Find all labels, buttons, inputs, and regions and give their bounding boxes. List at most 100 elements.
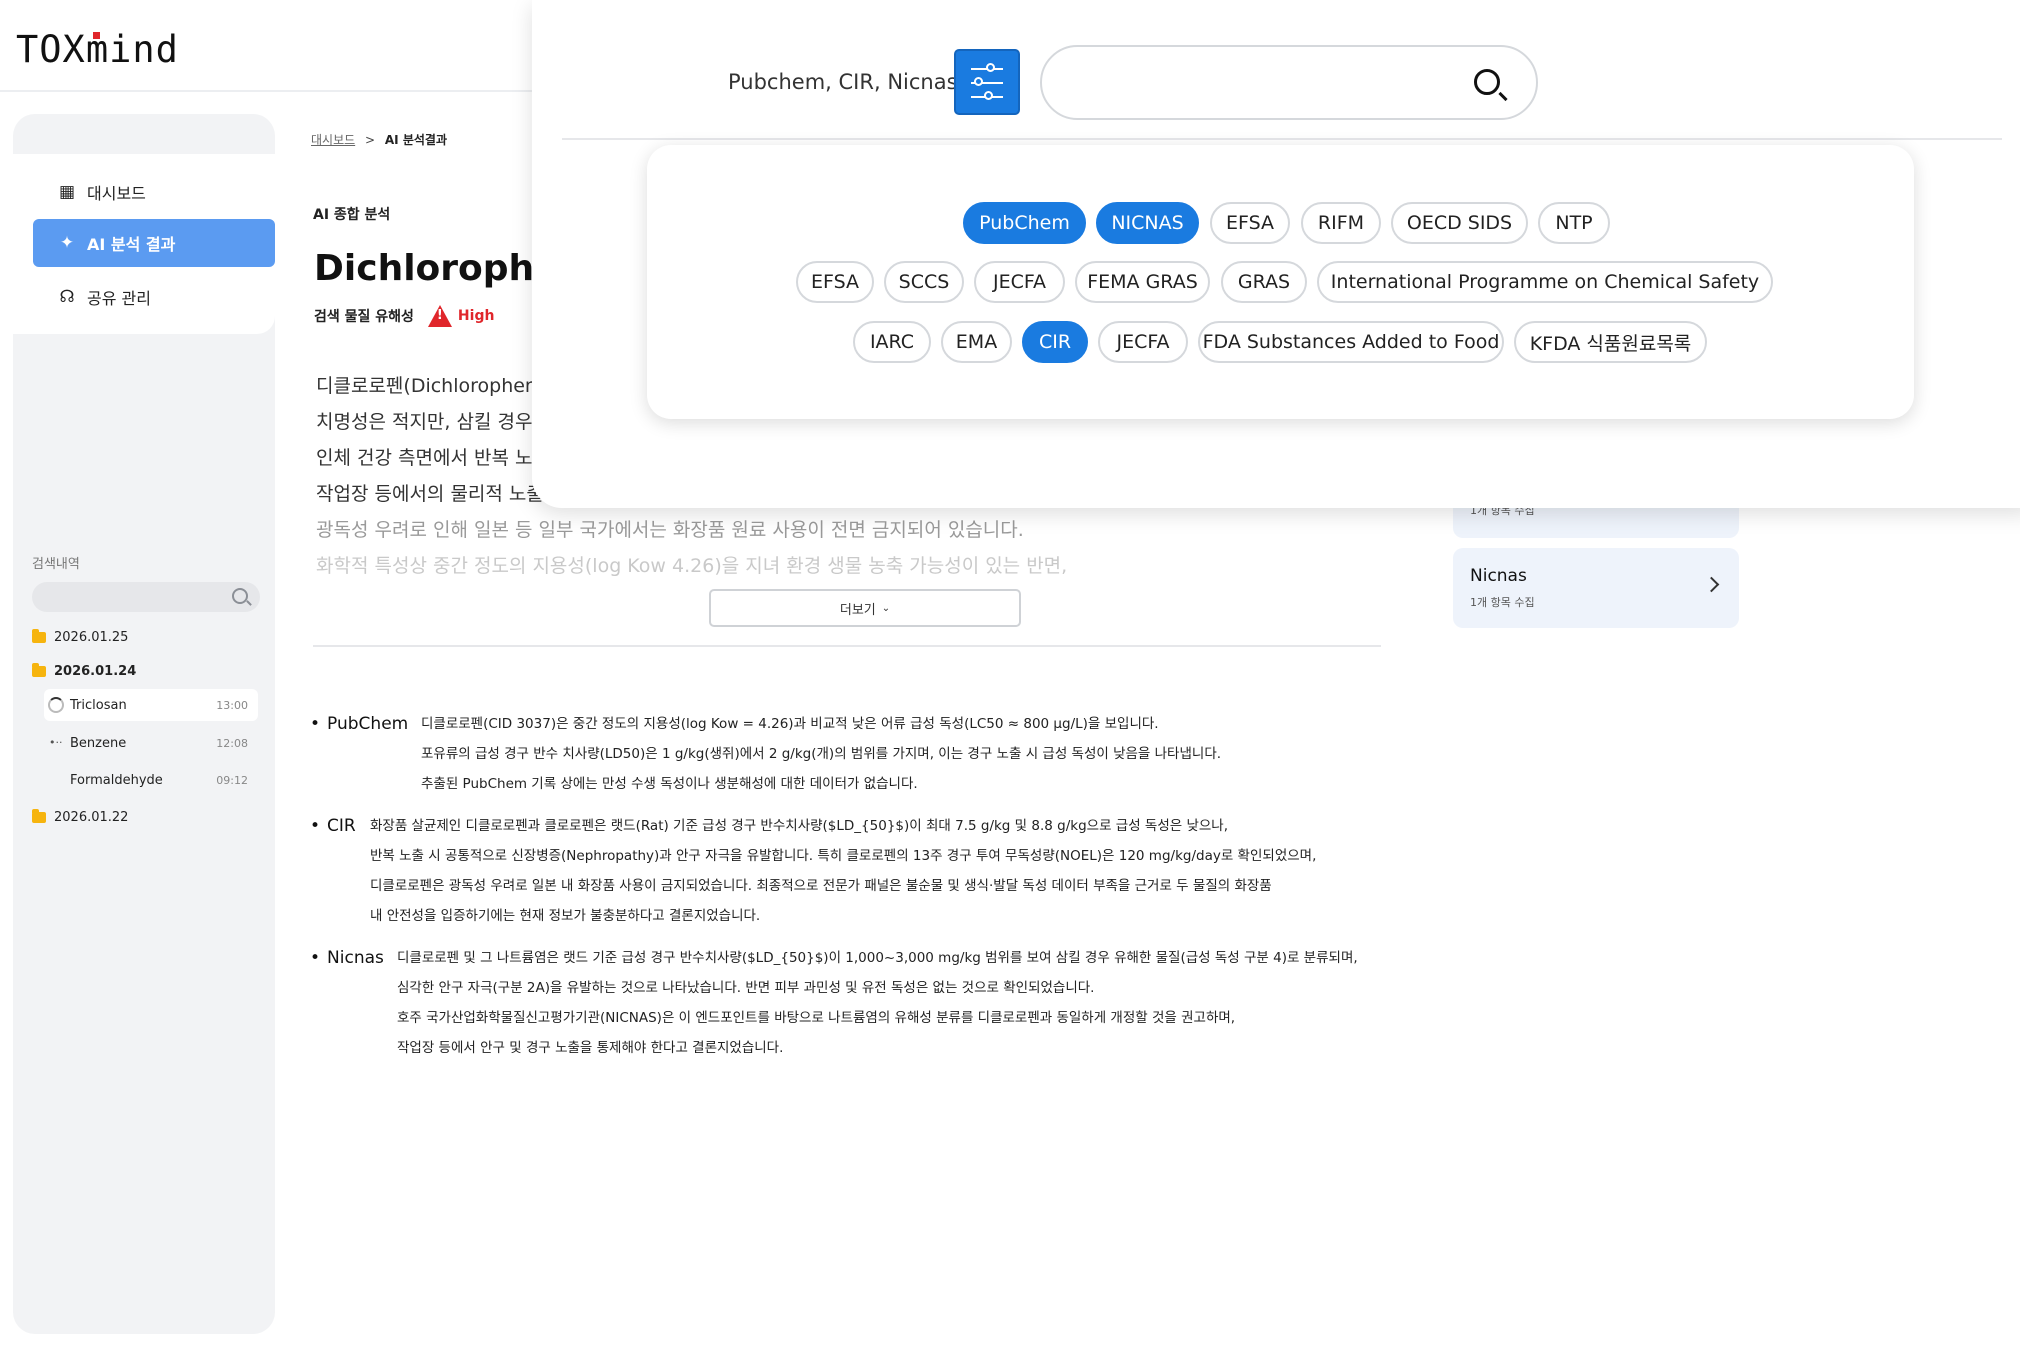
source-card-nicnas[interactable]: Nicnas 1개 항목 수집 bbox=[1453, 548, 1739, 628]
summary-line: 작업장 등에서의 물리적 노출 bbox=[316, 483, 544, 505]
chip-label: OECD SIDS bbox=[1406, 212, 1513, 234]
chip-jecfa[interactable]: JECFA bbox=[974, 261, 1065, 303]
chip-nicnas[interactable]: NICNAS bbox=[1096, 202, 1199, 244]
history-search-input[interactable] bbox=[32, 582, 260, 612]
chip-pubchem[interactable]: PubChem bbox=[963, 202, 1086, 244]
summary-line: 치명성은 적지만, 삼킬 경우 bbox=[316, 411, 533, 433]
source-line: 디클로로펜(CID 3037)은 중간 정도의 지용성(log Kow = 4.… bbox=[421, 716, 1159, 732]
chevron-down-icon: ⌄ bbox=[881, 602, 891, 614]
sidebar-item-ai-results[interactable]: ✦ AI 분석 결과 bbox=[33, 219, 275, 267]
hazard-label: 검색 물질 유해성 bbox=[314, 309, 414, 325]
chip-kfda[interactable]: KFDA 식품원료목록 bbox=[1514, 321, 1707, 363]
chip-label: EMA bbox=[955, 331, 998, 353]
chip-gras[interactable]: GRAS bbox=[1221, 261, 1307, 303]
source-line: 추출된 PubChem 기록 상에는 만성 수생 독성이나 생분해성에 대한 데… bbox=[421, 776, 918, 792]
history-entry-name: Formaldehyde bbox=[70, 772, 163, 788]
source-chip-panel: PubChem NICNAS EFSA RIFM OECD SIDS NTP E… bbox=[647, 145, 1914, 419]
section-divider bbox=[313, 645, 1381, 647]
history-title: 검색내역 bbox=[32, 557, 80, 572]
dashboard-icon: ▦ bbox=[58, 182, 76, 202]
history-entry[interactable]: Triclosan 13:00 bbox=[44, 689, 258, 721]
folder-icon bbox=[32, 629, 46, 643]
chip-fda-substances[interactable]: FDA Substances Added to Food bbox=[1198, 321, 1504, 363]
section-title: AI 종합 분석 bbox=[313, 207, 391, 223]
chip-efsa[interactable]: EFSA bbox=[796, 261, 874, 303]
chip-ntp[interactable]: NTP bbox=[1538, 202, 1610, 244]
sidebar-item-dashboard[interactable]: ▦ 대시보드 bbox=[33, 168, 275, 216]
chip-label: GRAS bbox=[1237, 271, 1291, 293]
chip-ema[interactable]: EMA bbox=[941, 321, 1012, 363]
summary-line: 디클로로펜(Dichlorophene bbox=[316, 375, 549, 397]
folder-date: 2026.01.24 bbox=[54, 664, 137, 679]
chip-label: EFSA bbox=[810, 271, 859, 293]
search-icon[interactable] bbox=[232, 588, 248, 604]
source-label: PubChem bbox=[310, 709, 408, 739]
filter-button[interactable] bbox=[954, 49, 1020, 115]
source-text: 디클로로펜(CID 3037)은 중간 정도의 지용성(log Kow = 4.… bbox=[421, 709, 1221, 799]
chip-rifm[interactable]: RIFM bbox=[1301, 202, 1381, 244]
search-input[interactable] bbox=[1040, 45, 1538, 120]
hazard-level-badge: High bbox=[457, 308, 495, 324]
chip-efsa[interactable]: EFSA bbox=[1210, 202, 1290, 244]
chip-oecd-sids[interactable]: OECD SIDS bbox=[1391, 202, 1528, 244]
chip-label: KFDA 식품원료목록 bbox=[1529, 332, 1692, 355]
chip-label: FEMA GRAS bbox=[1087, 271, 1198, 293]
chip-sccs[interactable]: SCCS bbox=[884, 261, 964, 303]
history-folder[interactable]: 2026.01.22 bbox=[32, 809, 129, 825]
history-entry[interactable]: Formaldehyde 09:12 bbox=[44, 764, 258, 796]
history-entry[interactable]: •·· Benzene 12:08 bbox=[44, 727, 258, 759]
chip-label: JECFA bbox=[992, 271, 1047, 293]
breadcrumb-separator: > bbox=[365, 133, 376, 147]
chip-cir[interactable]: CIR bbox=[1022, 321, 1088, 363]
warning-icon bbox=[427, 305, 452, 327]
source-line: 포유류의 급성 경구 반수 치사량(LD50)은 1 g/kg(생쥐)에서 2 … bbox=[421, 746, 1222, 762]
app-logo[interactable]: TOXmind bbox=[16, 28, 179, 71]
sidebar-item-label: 공유 관리 bbox=[87, 289, 151, 308]
source-line: 디클로로펜은 광독성 우려로 일본 내 화장품 사용이 금지되었습니다. 최종적… bbox=[370, 878, 1272, 894]
sidebar-item-share[interactable]: ☊ 공유 관리 bbox=[33, 273, 275, 321]
source-label: CIR bbox=[310, 811, 356, 841]
history-entry-name: Benzene bbox=[70, 735, 127, 751]
chip-label: EFSA bbox=[1225, 212, 1274, 234]
breadcrumb-root-link[interactable]: 대시보드 bbox=[311, 133, 355, 147]
history-folder-open[interactable]: 2026.01.24 bbox=[32, 663, 137, 679]
chip-fema-gras[interactable]: FEMA GRAS bbox=[1075, 261, 1210, 303]
source-line: 작업장 등에서 안구 및 경구 노출을 통제해야 한다고 결론지었습니다. bbox=[397, 1040, 784, 1056]
hazard-row: 검색 물질 유해성 High bbox=[314, 305, 494, 327]
folder-date: 2026.01.25 bbox=[54, 630, 129, 645]
headset-icon: ☊ bbox=[59, 287, 75, 307]
chip-label: RIFM bbox=[1317, 212, 1365, 234]
chip-label: NTP bbox=[1555, 212, 1593, 234]
history-entry-time: 13:00 bbox=[216, 698, 248, 712]
selected-sources-label: Pubchem, CIR, Nicnas bbox=[728, 70, 958, 94]
source-card-name: Nicnas bbox=[1470, 566, 1527, 586]
overlay-divider bbox=[562, 138, 2002, 140]
show-more-button[interactable]: 더보기 ⌄ bbox=[709, 589, 1021, 627]
source-line: 내 안전성을 입증하기에는 현재 정보가 불충분하다고 결론지었습니다. bbox=[370, 908, 761, 924]
sparkle-icon: ✦ bbox=[59, 233, 75, 253]
history-entry-time: 12:08 bbox=[216, 736, 248, 750]
breadcrumb: 대시보드 > AI 분석결과 bbox=[311, 131, 447, 148]
chip-label: CIR bbox=[1038, 331, 1072, 353]
history-folder[interactable]: 2026.01.25 bbox=[32, 629, 129, 645]
source-text: 디클로로펜 및 그 나트륨염은 랫드 기준 급성 경구 반수치사량($LD_{5… bbox=[397, 943, 1358, 1063]
breadcrumb-current: AI 분석결과 bbox=[384, 133, 447, 147]
chip-label: IARC bbox=[869, 331, 915, 353]
source-text: 화장품 살균제인 디클로로펜과 클로로펜은 랫드(Rat) 기준 급성 경구 반… bbox=[370, 811, 1316, 931]
chip-jecfa[interactable]: JECFA bbox=[1098, 321, 1188, 363]
summary-line: 광독성 우려로 인해 일본 등 일부 국가에서는 화장품 원료 사용이 전면 금… bbox=[316, 519, 1024, 541]
source-line: 심각한 안구 자극(구분 2A)을 유발하는 것으로 나타났습니다. 반면 피부… bbox=[397, 980, 1095, 996]
chip-label: FDA Substances Added to Food bbox=[1202, 331, 1500, 353]
chip-ipcs[interactable]: International Programme on Chemical Safe… bbox=[1317, 261, 1773, 303]
chip-label: PubChem bbox=[979, 212, 1070, 234]
summary-line: 화학적 특성상 중간 정도의 지용성(log Kow 4.26)을 지녀 환경 … bbox=[316, 555, 1068, 577]
chip-iarc[interactable]: IARC bbox=[853, 321, 931, 363]
more-dots-icon: •·· bbox=[49, 736, 63, 749]
sidebar-menu: ▦ 대시보드 ✦ AI 분석 결과 ☊ 공유 관리 bbox=[13, 154, 275, 334]
search-icon[interactable] bbox=[1474, 69, 1500, 95]
source-line: 화장품 살균제인 디클로로펜과 클로로펜은 랫드(Rat) 기준 급성 경구 반… bbox=[370, 818, 1229, 834]
source-label: Nicnas bbox=[310, 943, 384, 973]
sidebar-item-label: AI 분석 결과 bbox=[87, 235, 176, 254]
loading-icon bbox=[48, 697, 64, 713]
folder-date: 2026.01.22 bbox=[54, 810, 129, 825]
